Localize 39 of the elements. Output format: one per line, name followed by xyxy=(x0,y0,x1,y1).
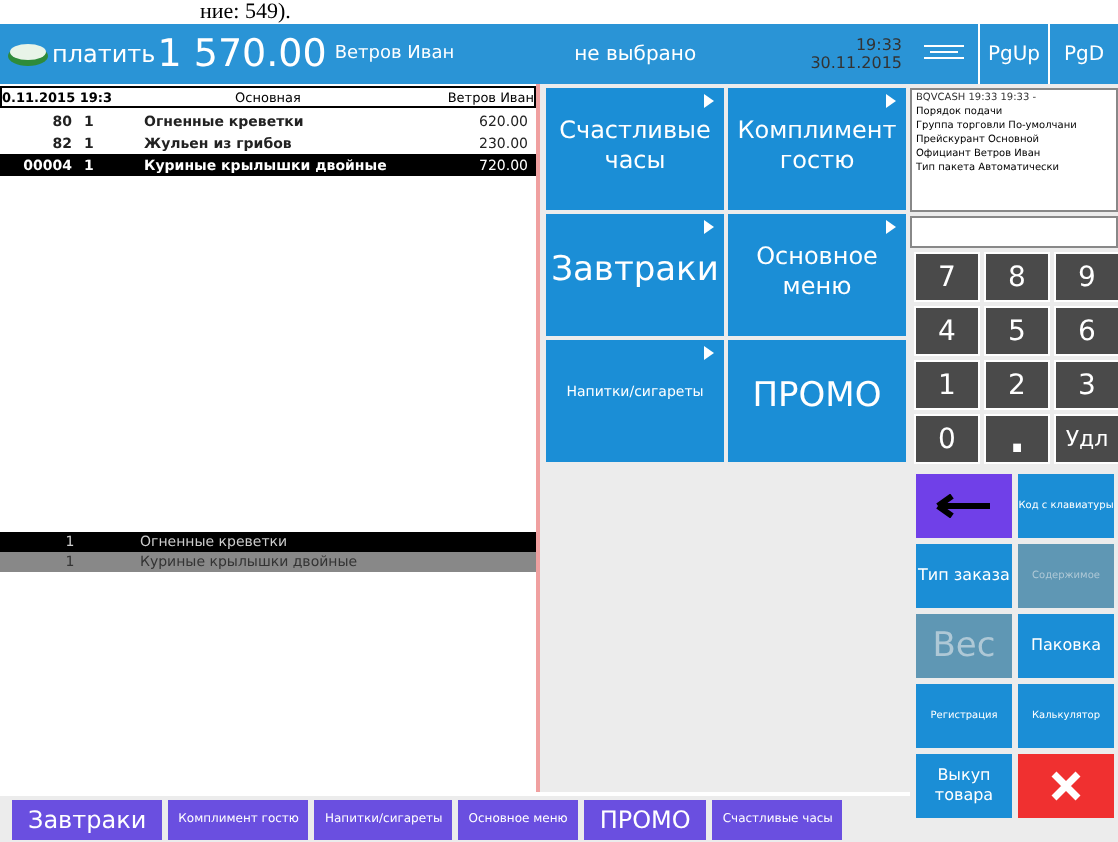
options-button[interactable] xyxy=(910,24,978,84)
left-arrow-icon xyxy=(934,494,994,518)
keypad-key[interactable]: 5 xyxy=(984,306,1050,356)
keypad-key[interactable]: 3 xyxy=(1054,360,1118,410)
menu-tile[interactable]: ПРОМО xyxy=(728,340,906,462)
text-lines-icon xyxy=(922,41,966,61)
action-button[interactable]: Тип заказа xyxy=(916,544,1012,608)
table-status: не выбрано xyxy=(574,43,699,65)
menu-tile[interactable]: Комплимент гостю xyxy=(728,88,906,210)
input-field[interactable] xyxy=(910,216,1118,248)
clock-time: 19:33 xyxy=(855,36,902,54)
action-button[interactable]: Выкуп товара xyxy=(916,754,1012,818)
page-button[interactable]: PgD xyxy=(1050,24,1118,84)
waiter-name: Ветров Иван xyxy=(334,44,455,64)
category-button[interactable]: ПРОМО xyxy=(583,799,707,839)
keypad-key[interactable]: 9 xyxy=(1054,252,1118,302)
caption-text: ние: 549). xyxy=(200,0,291,24)
menu-tile[interactable]: Завтраки xyxy=(546,214,724,336)
close-icon xyxy=(1050,770,1082,802)
menu-tile[interactable]: Основное меню xyxy=(728,214,906,336)
keypad-key[interactable]: 0 xyxy=(914,414,980,464)
keypad-key[interactable]: 7 xyxy=(914,252,980,302)
clock-date: 30.11.2015 xyxy=(810,54,902,72)
keypad-key[interactable]: . xyxy=(984,414,1050,464)
keypad-key[interactable]: Удл xyxy=(1054,414,1118,464)
category-button[interactable]: Завтраки xyxy=(12,799,163,839)
page-button[interactable]: PgUp xyxy=(980,24,1048,84)
money-icon xyxy=(6,40,50,68)
menu-tile[interactable]: Счастливые часы xyxy=(546,88,724,210)
keypad-key[interactable]: 2 xyxy=(984,360,1050,410)
total-amount: 1 570.00 xyxy=(157,32,327,76)
action-button[interactable]: Паковка xyxy=(1018,614,1114,678)
keypad-key[interactable]: 4 xyxy=(914,306,980,356)
back-button[interactable] xyxy=(916,474,1012,538)
close-button[interactable] xyxy=(1018,754,1114,818)
pay-label: платить xyxy=(52,40,156,68)
keypad-key[interactable]: 1 xyxy=(914,360,980,410)
keypad-key[interactable]: 6 xyxy=(1054,306,1118,356)
keypad-key[interactable]: 8 xyxy=(984,252,1050,302)
